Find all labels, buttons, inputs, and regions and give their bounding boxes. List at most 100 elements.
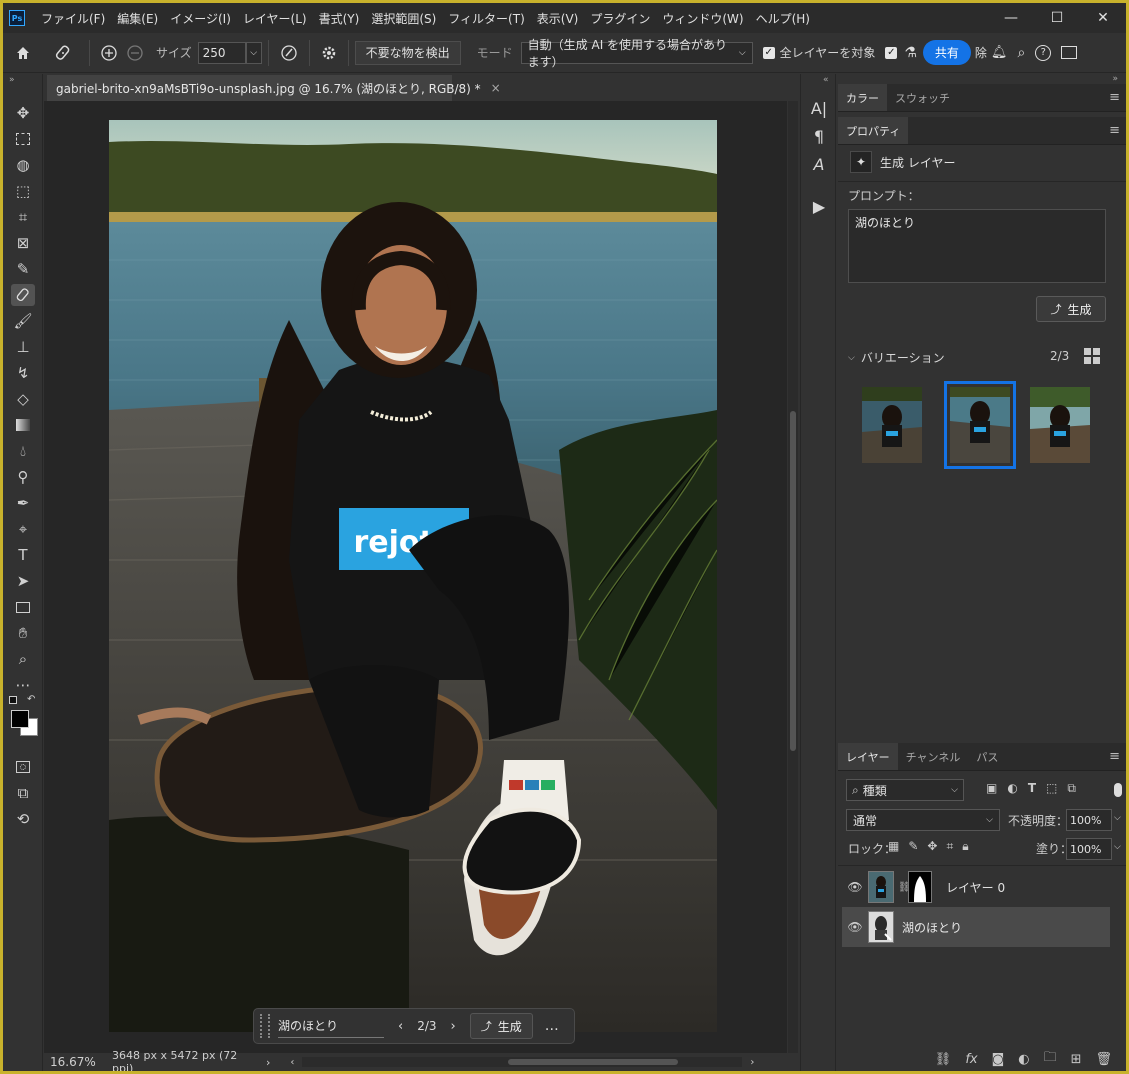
menu-edit[interactable]: 編集(E) [111, 10, 164, 27]
add-mask-icon[interactable]: ◙ [992, 1052, 1005, 1067]
link-layers-icon[interactable]: ⛓︎ [935, 1052, 952, 1067]
filter-type-icon[interactable]: T [1028, 781, 1036, 796]
workspace-icon[interactable] [1061, 46, 1078, 59]
layer-style-icon[interactable]: fx [965, 1052, 977, 1067]
share-button[interactable]: 共有 [922, 40, 971, 65]
document-image[interactable]: rejoto [109, 120, 717, 1032]
lock-image-icon[interactable]: ✎ [908, 839, 918, 854]
marquee-tool-icon[interactable] [11, 128, 35, 150]
new-layer-icon[interactable]: ⊞ [1071, 1052, 1082, 1067]
maximize-button[interactable]: ☐ [1034, 3, 1080, 33]
context-generate-button[interactable]: ⤴ 生成 [469, 1013, 533, 1039]
second-checkbox[interactable]: ✓ [885, 46, 902, 59]
eraser-tool-icon[interactable]: ◇ [11, 388, 35, 410]
default-colors-icon[interactable] [9, 696, 17, 704]
horizontal-scrollbar[interactable] [302, 1057, 743, 1067]
panel-menu-icon[interactable]: ≡ [1109, 117, 1120, 144]
quick-mask-icon[interactable] [11, 756, 35, 778]
collapse-panels-icon[interactable]: » [1112, 74, 1118, 84]
grid-view-icon[interactable] [1084, 348, 1100, 364]
visibility-eye-icon[interactable]: 👁︎ [842, 920, 868, 934]
variation-thumbnail-3[interactable] [1030, 387, 1090, 463]
character-panel-icon[interactable]: A| [810, 98, 828, 118]
glyphs-panel-icon[interactable]: A [810, 154, 828, 174]
status-menu-arrow-icon[interactable]: › [266, 1056, 270, 1069]
zoom-level[interactable]: 16.67% [50, 1055, 106, 1069]
color-swatches[interactable]: ↶ [9, 694, 41, 744]
history-brush-tool-icon[interactable]: ↯ [11, 362, 35, 384]
opacity-dropdown-icon[interactable]: ⌵ [1114, 813, 1121, 823]
scroll-left-icon[interactable]: ‹ [290, 1057, 294, 1068]
lock-all-icon[interactable]: 🔒︎ [962, 839, 968, 854]
path-selection-tool-icon[interactable]: ➤ [11, 570, 35, 592]
panel-menu-icon[interactable]: ≡ [1109, 84, 1120, 111]
menu-file[interactable]: ファイル(F) [35, 10, 111, 27]
close-window-button[interactable]: ✕ [1080, 3, 1126, 33]
canvas-area[interactable]: rejoto [44, 101, 787, 1053]
vertical-scrollbar[interactable] [788, 101, 798, 1053]
blend-mode-select[interactable]: 通常 ⌵ [846, 809, 1000, 831]
move-tool-icon[interactable]: ✥ [11, 102, 35, 124]
tab-properties[interactable]: プロパティ [838, 117, 909, 144]
variations-header[interactable]: ⌵ バリエーション [848, 349, 945, 366]
new-group-icon[interactable]: 🗀︎ [1044, 1048, 1057, 1070]
menu-plugins[interactable]: プラグイン [584, 10, 656, 27]
object-selection-tool-icon[interactable]: ◍ [11, 154, 35, 176]
frame-tool-icon[interactable]: ⊠ [11, 232, 35, 254]
gradient-tool-icon[interactable] [11, 414, 35, 436]
settings-button[interactable] [316, 39, 342, 67]
layer-row-selected[interactable]: 👁︎ 湖のほとり [842, 907, 1110, 947]
hand-tool-icon[interactable]: ✋︎ [11, 622, 35, 644]
context-prompt-input[interactable]: 湖のほとり [278, 1014, 384, 1038]
tab-channels[interactable]: チャンネル [898, 743, 969, 770]
clone-stamp-tool-icon[interactable]: ⊥ [11, 336, 35, 358]
variation-thumbnail-1[interactable] [862, 387, 922, 463]
eyedropper-tool-icon[interactable]: ✎ [11, 258, 35, 280]
vertical-scroll-thumb[interactable] [790, 411, 796, 751]
remove-tool-preset-button[interactable] [43, 39, 83, 67]
brush-add-button[interactable] [96, 39, 122, 67]
blur-tool-icon[interactable]: 💧︎ [11, 440, 35, 462]
adjustment-layer-icon[interactable]: ◐ [1018, 1052, 1029, 1067]
quick-selection-tool-icon[interactable]: ⬚ [11, 180, 35, 202]
next-variation-button[interactable]: › [451, 1019, 456, 1034]
dodge-tool-icon[interactable]: ⚲ [11, 466, 35, 488]
close-tab-icon[interactable]: × [491, 81, 501, 95]
menu-type[interactable]: 書式(Y) [313, 10, 366, 27]
size-dropdown-button[interactable]: ⌵ [245, 41, 262, 64]
zoom-tool-icon[interactable]: ⌕ [11, 648, 35, 670]
crop-tool-icon[interactable]: ⌗ [11, 206, 35, 228]
help-icon[interactable]: ? [1035, 44, 1052, 61]
previous-variation-button[interactable]: ‹ [398, 1019, 403, 1034]
foreground-color-swatch[interactable] [11, 710, 29, 728]
lock-position-icon[interactable]: ✥ [927, 839, 937, 854]
tab-color[interactable]: カラー [838, 84, 887, 111]
menu-help[interactable]: ヘルプ(H) [750, 10, 816, 27]
link-chain-icon[interactable]: ⛓︎ [898, 882, 911, 893]
minimize-button[interactable]: — [988, 3, 1034, 33]
more-tools-icon[interactable]: ⋯ [11, 674, 35, 696]
menu-filter[interactable]: フィルター(T) [442, 10, 530, 27]
horizontal-scroll-thumb[interactable] [508, 1059, 679, 1065]
filter-shape-icon[interactable]: ⬚ [1046, 781, 1057, 796]
lock-transparent-icon[interactable]: ▦ [888, 839, 899, 854]
fill-input[interactable]: 100% [1066, 838, 1112, 860]
scroll-right-icon[interactable]: › [750, 1057, 754, 1068]
generative-expand-icon[interactable]: ⟲ [11, 808, 35, 830]
filter-adjustment-icon[interactable]: ◐ [1007, 781, 1017, 796]
pen-tool-icon[interactable]: ✒ [11, 492, 35, 514]
type-tool-icon[interactable]: T [11, 544, 35, 566]
filter-toggle-icon[interactable] [1114, 783, 1122, 797]
actions-panel-icon[interactable]: ▶ [810, 196, 828, 216]
collapse-toolbar-icon[interactable]: » [9, 75, 15, 85]
tab-swatches[interactable]: スウォッチ [887, 84, 958, 111]
delete-layer-icon[interactable]: 🗑︎ [1095, 1052, 1112, 1067]
filter-pixel-icon[interactable]: ▣ [986, 781, 997, 796]
prompt-textarea[interactable]: 湖のほとり [848, 209, 1106, 283]
search-icon[interactable]: ⌕ [1017, 45, 1025, 61]
menu-window[interactable]: ウィンドウ(W) [656, 10, 749, 27]
document-tab[interactable]: gabriel-brito-xn9aMsBTi9o-unsplash.jpg @… [47, 75, 501, 101]
bell-icon[interactable]: 🔔︎ [991, 45, 1008, 60]
pen-tool-alt-icon[interactable]: ⌖ [11, 518, 35, 540]
menu-select[interactable]: 選択範囲(S) [365, 10, 442, 27]
